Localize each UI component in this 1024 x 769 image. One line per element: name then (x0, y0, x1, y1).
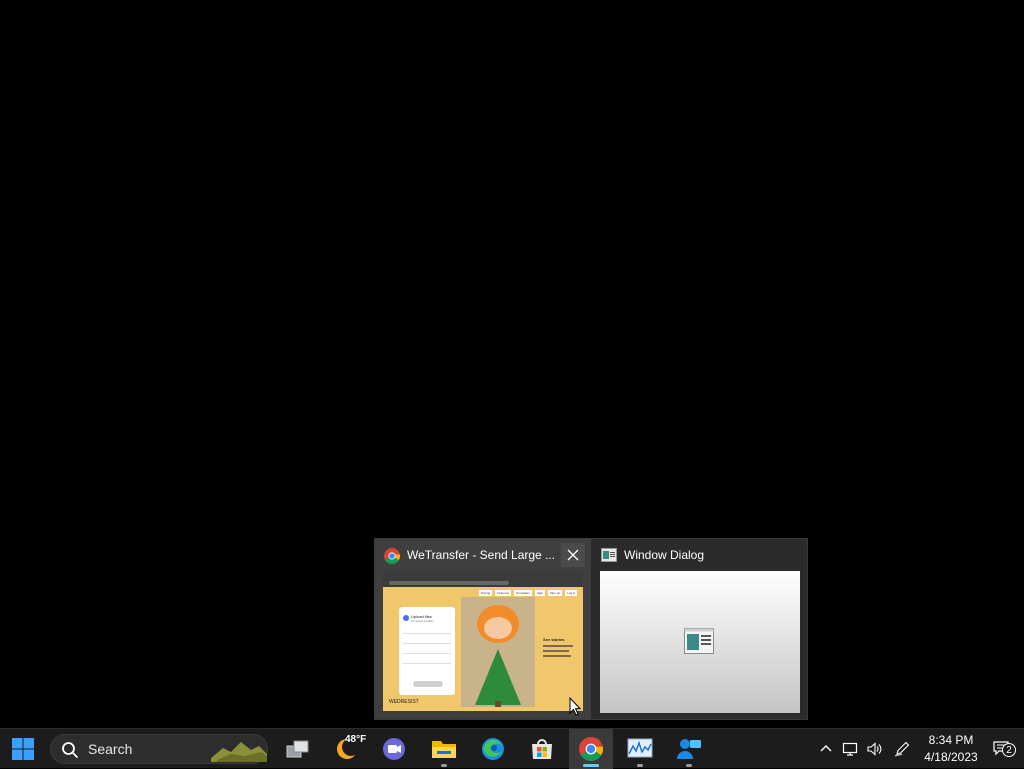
preview-nav-item: Features (495, 590, 512, 596)
face (484, 617, 512, 639)
close-icon (567, 549, 579, 561)
preview-nav-item: Pricing (479, 590, 493, 596)
thumbnail-title: Window Dialog (624, 548, 705, 562)
people-icon (677, 739, 701, 759)
preview-nav-item: Log in (565, 590, 578, 596)
upload-panel: Upload files Or select a folder (399, 607, 455, 695)
thumbnail-close-button[interactable] (561, 543, 585, 567)
file-explorer-icon (432, 741, 456, 758)
preview-nav-item: Help (534, 590, 545, 596)
taskbar: Search 48°F 8:34 PM 4/18/2023 2 (0, 728, 1024, 769)
clock[interactable]: 8:34 PM 4/18/2023 (918, 732, 984, 766)
taskbar-thumbnail-popup: WeTransfer - Send Large ... Pricing Feat… (374, 538, 808, 720)
pen-icon[interactable] (894, 741, 910, 757)
file-explorer-button[interactable] (422, 729, 466, 769)
volume-icon[interactable] (866, 741, 882, 757)
thumbnail-title: WeTransfer - Send Large ... (407, 548, 556, 562)
resource-monitor-icon (627, 738, 653, 758)
window-dialog-icon (601, 548, 617, 562)
preview-side-heading: See stories (543, 637, 565, 642)
address-bar (389, 581, 509, 585)
clock-date: 4/18/2023 (924, 750, 978, 764)
search-box[interactable]: Search (50, 734, 268, 764)
people-button[interactable] (667, 729, 711, 769)
task-view-icon (286, 740, 309, 758)
microsoft-store-button[interactable] (520, 729, 564, 769)
hero-image (461, 597, 535, 707)
task-view-button[interactable] (276, 729, 320, 769)
chrome-button[interactable] (569, 729, 613, 769)
preview-nav: Pricing Features Templates Help Sign up … (479, 590, 578, 596)
mouse-cursor-icon (569, 697, 581, 716)
transfer-button (413, 681, 443, 687)
wetransfer-preview: Pricing Features Templates Help Sign up … (383, 571, 583, 711)
edge-icon (482, 738, 504, 760)
preview-nav-item: Sign up (547, 590, 563, 596)
upload-panel-subtitle: Or select a folder (411, 619, 434, 623)
active-indicator (583, 764, 599, 767)
thumbnail-window-dialog[interactable]: Window Dialog (592, 539, 808, 719)
teams-chat-button[interactable] (372, 729, 416, 769)
preview-brand-text: WEDRESIST (389, 699, 419, 705)
running-indicator (686, 764, 692, 767)
search-placeholder: Search (88, 741, 133, 757)
thumbnail-wetransfer[interactable]: WeTransfer - Send Large ... Pricing Feat… (375, 539, 591, 719)
chrome-icon (579, 737, 603, 761)
running-indicator (637, 764, 643, 767)
preview-nav-item: Templates (514, 590, 532, 596)
running-indicator (441, 764, 447, 767)
resource-monitor-button[interactable] (618, 729, 662, 769)
start-button[interactable] (1, 729, 45, 769)
upload-plus-icon (403, 615, 409, 621)
network-icon[interactable] (842, 741, 858, 757)
clock-time: 8:34 PM (928, 733, 974, 747)
tree-shape (475, 649, 521, 705)
edge-button[interactable] (471, 729, 515, 769)
chrome-icon (384, 548, 400, 564)
window-dialog-preview-icon (684, 628, 714, 654)
notification-count-badge: 2 (1002, 743, 1016, 757)
start-icon (12, 738, 34, 760)
search-icon (62, 742, 78, 758)
microsoft-store-icon (532, 739, 552, 759)
weather-temperature: 48°F (345, 734, 367, 745)
teams-chat-icon (383, 738, 405, 760)
window-dialog-preview (600, 571, 800, 713)
chevron-up-icon[interactable] (818, 741, 834, 757)
search-highlight-illustration (211, 742, 267, 762)
